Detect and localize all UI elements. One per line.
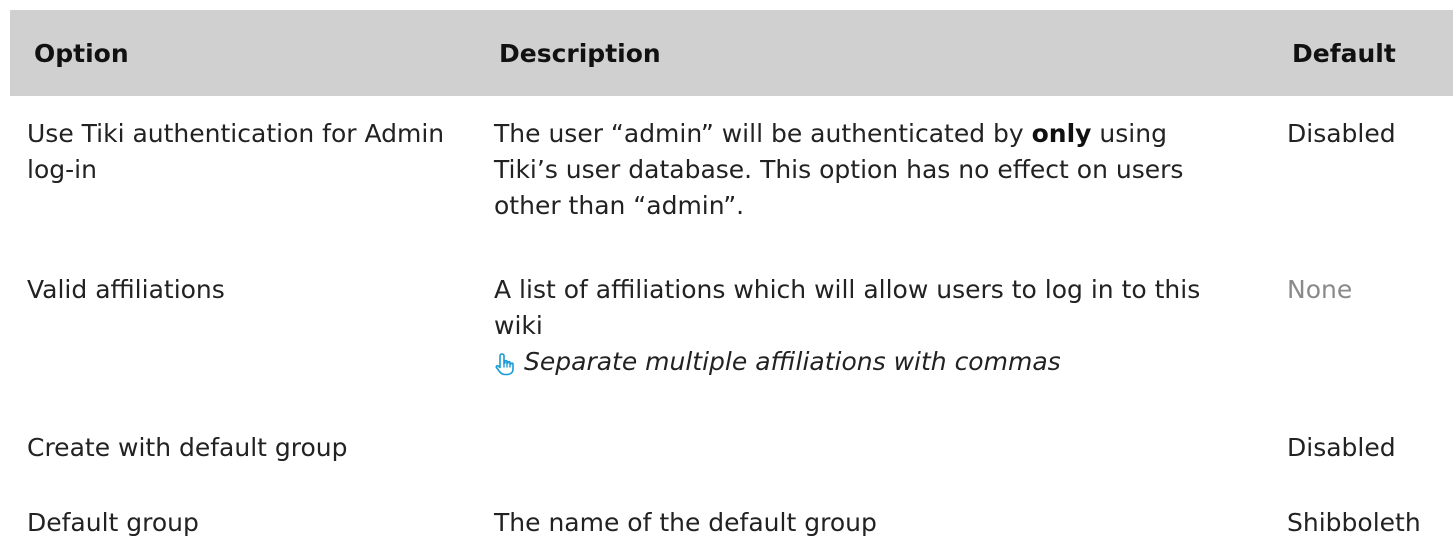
option-name: Default group bbox=[27, 508, 199, 537]
option-name: Valid affiliations bbox=[27, 275, 225, 304]
option-description: A list of affiliations which will allow … bbox=[494, 272, 1234, 380]
option-default: None bbox=[1287, 275, 1353, 304]
option-description: The name of the default group bbox=[494, 508, 877, 537]
table-header: Option Description Default bbox=[10, 10, 1453, 96]
header-default: Default bbox=[1292, 39, 1396, 68]
table-row: Create with default group Disabled bbox=[10, 430, 1453, 470]
option-default: Disabled bbox=[1287, 433, 1396, 462]
table-row: Default group The name of the default gr… bbox=[10, 505, 1453, 545]
table-row: Use Tiki authentication for Admin log-in… bbox=[10, 116, 1453, 296]
description-emphasis: only bbox=[1031, 119, 1092, 148]
option-name: Use Tiki authentication for Admin log-in bbox=[27, 119, 445, 184]
pointing-hand-icon bbox=[494, 350, 516, 376]
option-tip: Separate multiple affiliations with comm… bbox=[494, 344, 1234, 380]
option-name: Create with default group bbox=[27, 433, 348, 462]
header-option: Option bbox=[34, 39, 129, 68]
description-text: The user “admin” will be authenticated b… bbox=[494, 119, 1032, 148]
description-text: A list of affiliations which will allow … bbox=[494, 275, 1201, 340]
option-default: Disabled bbox=[1287, 119, 1396, 148]
tip-text: Separate multiple affiliations with comm… bbox=[524, 347, 1061, 376]
option-default: Shibboleth bbox=[1287, 508, 1421, 537]
settings-table: Option Description Default Use Tiki auth… bbox=[0, 0, 1453, 554]
option-description: The user “admin” will be authenticated b… bbox=[494, 116, 1234, 224]
table-row: Valid affiliations A list of affiliation… bbox=[10, 272, 1453, 422]
header-description: Description bbox=[499, 39, 661, 68]
